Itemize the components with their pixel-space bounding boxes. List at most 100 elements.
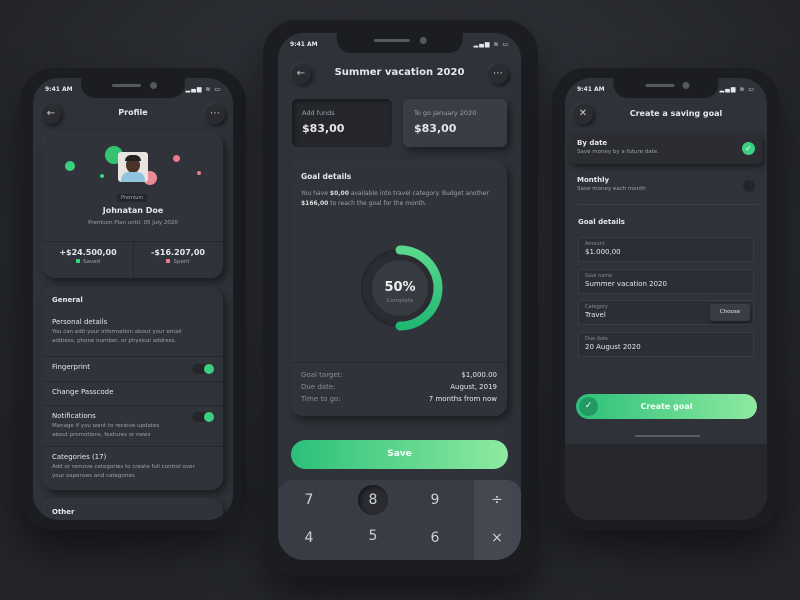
saved-dot-icon xyxy=(76,259,80,263)
budget-amount: $166,00 xyxy=(301,200,329,207)
add-funds-value: $83,00 xyxy=(302,122,345,135)
general-settings-card: General Personal details You can edit yo… xyxy=(43,288,223,490)
setting-desc: You can edit your information about your… xyxy=(52,329,182,344)
plan-info: Premium Plan until: 05 July 2020 xyxy=(88,220,178,226)
available-amount: $0,00 xyxy=(329,190,349,197)
amount-field[interactable]: Amount $1.000,00 xyxy=(578,237,754,262)
create-goal-screen: 9:41 AM ▂▄▆ ≋ ▭ ✕ Create a saving goal B… xyxy=(565,78,767,520)
key-9[interactable]: 9 xyxy=(404,492,466,508)
page-title: Summer vacation 2020 xyxy=(334,67,465,78)
spent-dot-icon xyxy=(166,259,171,263)
spent-value: -$16.207,00 xyxy=(151,248,205,257)
option-title: Monthly xyxy=(577,176,610,184)
more-button[interactable]: ⋯ xyxy=(205,104,225,124)
key-multiply[interactable]: × xyxy=(466,530,521,546)
goal-phone: 9:41 AM ▂▄▆ ≋ ▭ ← Summer vacation 2020 ⋯… xyxy=(263,20,538,576)
key-6[interactable]: 6 xyxy=(404,530,466,546)
profile-card: Premium Johnatan Doe Premium Plan until:… xyxy=(43,133,223,278)
check-selected-icon: ✓ xyxy=(742,142,755,155)
summary-row: Goal target: $1,000.00 xyxy=(301,369,497,381)
avatar xyxy=(118,152,148,182)
decor-bubble xyxy=(65,161,75,171)
save-button[interactable]: Save xyxy=(291,440,508,469)
status-icons: ▂▄▆ ≋ ▭ xyxy=(185,86,221,93)
fingerprint-toggle[interactable] xyxy=(192,364,214,374)
key-8[interactable]: 8 xyxy=(342,492,404,508)
details-divider xyxy=(291,362,507,363)
goal-summary: Goal target: $1,000.00 Due date: August, 2… xyxy=(301,369,497,405)
goal-details-text: You have $0,00 available into travel cat… xyxy=(301,189,497,209)
setting-title: Notifications xyxy=(52,412,96,420)
keypad: 7 8 9 ÷ 4 5 6 × xyxy=(278,480,521,560)
to-go-card: To go January 2020 $83,00 xyxy=(403,99,507,147)
option-desc: Save money each month xyxy=(577,186,646,192)
decor-bubble xyxy=(173,155,180,162)
create-goal-button[interactable]: ✓ Create goal xyxy=(576,394,757,419)
more-button[interactable]: ⋯ xyxy=(488,64,508,84)
option-desc: Save money by a future date. xyxy=(577,149,659,155)
other-settings-card: Other xyxy=(43,499,223,520)
setting-change-passcode[interactable]: Change Passcode xyxy=(43,381,223,406)
saved-label: Saved xyxy=(83,259,100,265)
setting-title: Personal details xyxy=(52,318,108,326)
to-go-value: $83,00 xyxy=(414,122,457,135)
setting-title: Fingerprint xyxy=(52,363,90,371)
status-time: 9:41 AM xyxy=(577,86,605,93)
page-title: Profile xyxy=(118,108,148,117)
progress-percent: 50% xyxy=(384,280,415,295)
divider xyxy=(577,204,759,205)
decor-bubble xyxy=(197,171,201,175)
option-by-date[interactable]: By date Save money by a future date. ✓ xyxy=(570,134,762,164)
goal-details-title: Goal details xyxy=(301,172,352,181)
create-goal-phone: 9:41 AM ▂▄▆ ≋ ▭ ✕ Create a saving goal B… xyxy=(552,68,780,530)
notch xyxy=(336,33,463,53)
premium-badge: Premium xyxy=(117,194,148,202)
add-funds-label: Add funds xyxy=(302,109,335,117)
profile-phone: 9:41 AM ▂▄▆ ≋ ▭ ← Profile ⋯ Premium John… xyxy=(20,68,246,530)
choose-button[interactable]: Choose xyxy=(710,304,750,321)
section-general: General xyxy=(52,296,83,304)
text: You have xyxy=(301,190,330,197)
create-goal-label: Create goal xyxy=(640,402,693,411)
status-time: 9:41 AM xyxy=(290,41,318,48)
due-date-field[interactable]: Due date 20 August 2020 xyxy=(578,332,754,357)
spent-stat: -$16.207,00 Spent xyxy=(133,248,223,267)
option-monthly[interactable]: Monthly Save money each month xyxy=(570,171,762,199)
notifications-toggle[interactable] xyxy=(192,412,214,422)
progress-ring: 50% Complete xyxy=(361,245,443,331)
goal-details-title: Goal details xyxy=(578,218,625,226)
key-7[interactable]: 7 xyxy=(278,492,340,508)
key-4[interactable]: 4 xyxy=(278,530,340,546)
setting-fingerprint[interactable]: Fingerprint xyxy=(43,356,223,381)
row-value: August, 2019 xyxy=(450,383,497,391)
row-label: Time to go: xyxy=(301,395,341,403)
setting-title: Categories (17) xyxy=(52,453,107,461)
add-funds-card[interactable]: Add funds $83,00 xyxy=(292,99,392,147)
goal-name-field[interactable]: Goal name Summer vacation 2020 xyxy=(578,269,754,294)
option-title: By date xyxy=(577,139,608,147)
page-title: Create a saving goal xyxy=(629,109,723,118)
to-go-label: To go January 2020 xyxy=(414,109,477,117)
status-icons: ▂▄▆ ≋ ▭ xyxy=(473,41,509,48)
key-divide[interactable]: ÷ xyxy=(466,492,521,508)
row-label: Due date: xyxy=(301,383,336,391)
notch xyxy=(613,78,719,98)
section-other: Other xyxy=(52,508,75,516)
field-value: $1.000,00 xyxy=(585,248,621,256)
setting-notifications[interactable]: Notifications Manage if you want to rece… xyxy=(43,405,223,447)
status-time: 9:41 AM xyxy=(45,86,73,93)
field-value: Summer vacation 2020 xyxy=(585,280,667,288)
key-5[interactable]: 5 xyxy=(342,528,404,544)
summary-row: Time to go: 7 months from now xyxy=(301,393,497,405)
setting-desc: Add or remove categories to create full … xyxy=(52,464,195,479)
setting-categories[interactable]: Categories (17) Add or remove categories… xyxy=(43,446,223,490)
text: to reach the goal for the month. xyxy=(328,200,427,207)
spent-label: Spent xyxy=(173,259,190,265)
profile-screen: 9:41 AM ▂▄▆ ≋ ▭ ← Profile ⋯ Premium John… xyxy=(33,78,233,520)
progress-caption: Complete xyxy=(387,298,414,304)
category-field[interactable]: Category Travel Choose xyxy=(578,300,754,325)
setting-personal-details[interactable]: Personal details You can edit your infor… xyxy=(43,312,223,357)
goal-details-card: Goal details You have $0,00 available in… xyxy=(291,161,507,416)
setting-desc: Manage if you want to receive updates ab… xyxy=(52,423,160,438)
field-label: Due date xyxy=(585,336,608,342)
